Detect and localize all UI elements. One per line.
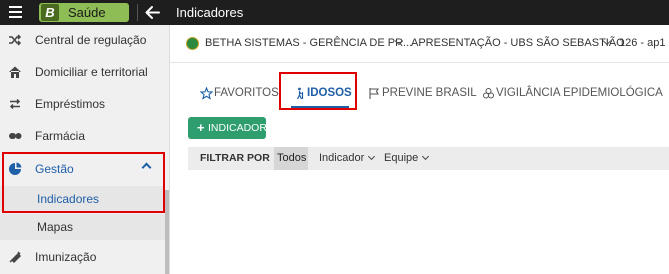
indicator-tabs: FAVORITOS IDOSOS PREVINE BRASIL VIGILÂNC… — [188, 78, 669, 108]
highlight-box-sidebar — [2, 152, 165, 213]
app-logo[interactable]: B Saúde — [39, 3, 129, 22]
context-bar: BETHA SISTEMAS - GERÊNCIA DE PR... APRES… — [170, 25, 669, 63]
sidebar-item-domiciliar[interactable]: Domiciliar e territorial — [0, 57, 168, 87]
sidebar-item-imunizacao[interactable]: Imunização — [0, 242, 168, 272]
hamburger-icon[interactable] — [9, 6, 22, 19]
sidebar-item-label: Domiciliar e territorial — [35, 65, 148, 79]
tab-vigilancia[interactable]: VIGILÂNCIA EPIDEMIOLÓGICA — [482, 78, 663, 108]
syringe-icon — [8, 250, 22, 264]
tab-favoritos[interactable]: FAVORITOS — [199, 78, 284, 108]
filter-dropdown-indicador[interactable]: Indicador — [319, 152, 376, 164]
filter-label: FILTRAR POR — [200, 152, 270, 164]
filter-chip-todos[interactable]: Todos — [274, 147, 308, 170]
sidebar-item-emprestimos[interactable]: Empréstimos — [0, 89, 168, 119]
tab-label: PREVINE BRASIL — [382, 87, 477, 99]
sidebar: Central de regulação Domiciliar e territ… — [0, 25, 170, 274]
flag-icon — [368, 87, 381, 100]
tab-label: VIGILÂNCIA EPIDEMIOLÓGICA — [496, 87, 663, 99]
filter-bar: FILTRAR POR Todos Indicador Equipe — [188, 147, 669, 170]
home-icon — [8, 65, 22, 79]
entity-selector[interactable]: BETHA SISTEMAS - GERÊNCIA DE PR... — [205, 37, 412, 49]
sidebar-subitem-label: Mapas — [37, 220, 74, 234]
topbar-divider — [137, 4, 138, 21]
sidebar-item-label: Empréstimos — [35, 97, 106, 111]
biohazard-icon — [482, 87, 495, 100]
shuffle-icon — [8, 33, 22, 47]
filter-dropdown-equipe[interactable]: Equipe — [384, 152, 430, 164]
sidebar-item-label: Central de regulação — [35, 33, 147, 47]
coat-of-arms-icon — [186, 37, 199, 50]
sidebar-scrollbar[interactable] — [165, 190, 169, 274]
arrow-left-icon[interactable] — [143, 3, 163, 22]
sidebar-item-label: Farmácia — [35, 129, 86, 143]
filter-dropdown-label: Equipe — [384, 152, 419, 164]
page-title: Indicadores — [176, 5, 244, 20]
pills-icon — [8, 129, 22, 143]
sidebar-item-central-regulacao[interactable]: Central de regulação — [0, 25, 168, 55]
filter-chip-label: Todos — [277, 152, 307, 164]
unit-selector[interactable]: APRESENTAÇÃO - UBS SÃO SEBASTIÃO — [411, 37, 625, 49]
tab-label: FAVORITOS — [214, 87, 279, 99]
sidebar-subitem-mapas[interactable]: Mapas — [0, 214, 165, 240]
professional-selector[interactable]: 126 - ap1 C — [619, 37, 669, 49]
chevron-down-icon — [368, 152, 376, 161]
add-indicator-button[interactable]: + INDICADOR — [188, 117, 267, 139]
exchange-icon — [8, 97, 22, 111]
top-bar: B Saúde Indicadores — [0, 0, 669, 25]
add-indicator-label: INDICADOR — [208, 122, 267, 134]
highlight-box-tab — [279, 72, 357, 110]
sidebar-item-label: Imunização — [35, 250, 97, 264]
logo-letter: B — [41, 4, 59, 21]
filter-dropdown-label: Indicador — [319, 152, 365, 164]
chevron-down-icon — [422, 152, 430, 161]
app-name: Saúde — [68, 5, 106, 20]
tab-previne-brasil[interactable]: PREVINE BRASIL — [368, 78, 477, 108]
sidebar-item-farmacia[interactable]: Farmácia — [0, 121, 168, 151]
star-icon — [199, 86, 214, 100]
plus-icon: + — [197, 120, 205, 135]
